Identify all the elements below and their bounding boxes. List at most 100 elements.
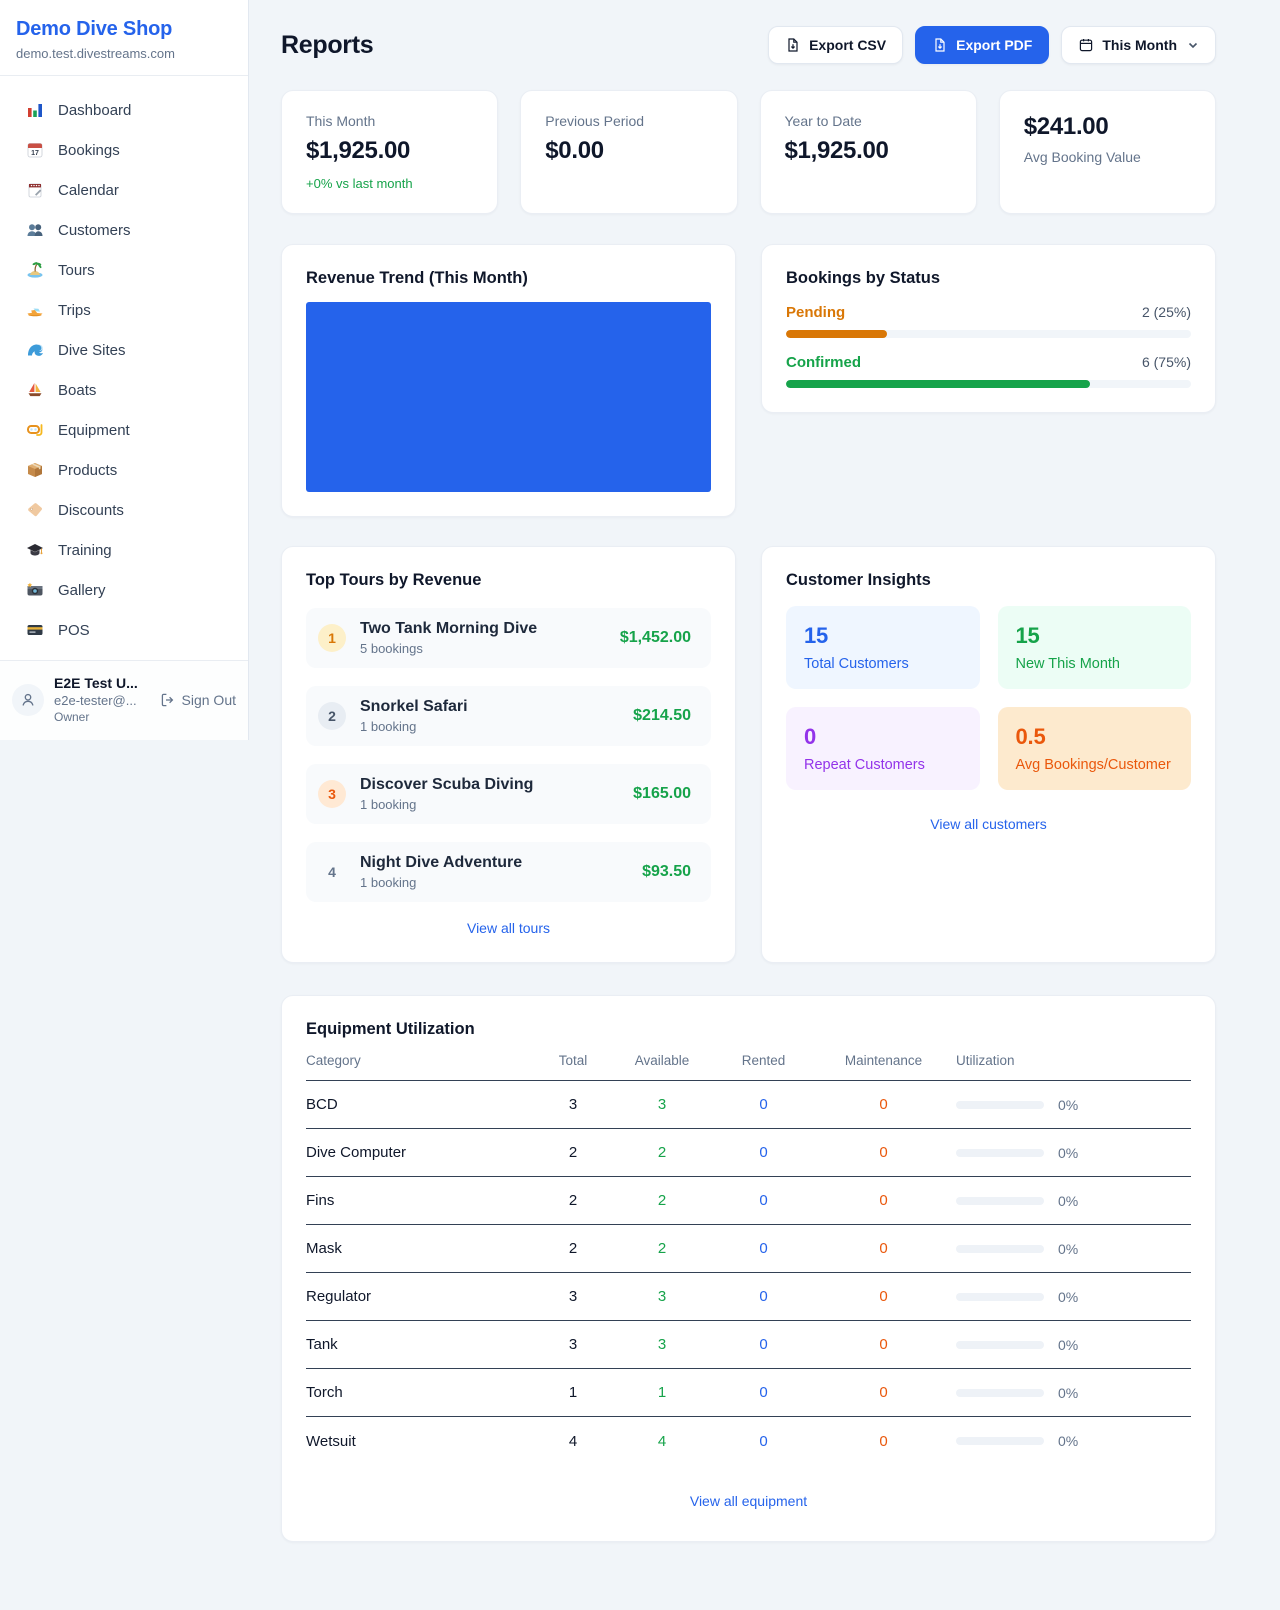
equipment-total: 2 <box>538 1240 608 1257</box>
user-name: E2E Test U... <box>54 675 138 691</box>
tour-bookings: 1 booking <box>360 797 533 812</box>
sidebar-item-dashboard[interactable]: Dashboard <box>0 90 248 130</box>
table-row: Torch 1 1 0 0 0% <box>306 1369 1191 1417</box>
sidebar-item-calendar[interactable]: Calendar <box>0 170 248 210</box>
equipment-utilization: 0% <box>956 1193 1191 1209</box>
sidebar-item-bookings[interactable]: 17 Bookings <box>0 130 248 170</box>
sailboat-icon <box>26 381 44 399</box>
sidebar-item-products[interactable]: Products <box>0 450 248 490</box>
graduation-cap-icon <box>26 541 44 559</box>
sidebar-header: Demo Dive Shop demo.test.divestreams.com <box>0 0 248 76</box>
stats-row: This Month $1,925.00 +0% vs last month P… <box>281 90 1216 214</box>
equipment-total: 3 <box>538 1288 608 1305</box>
sidebar-item-trips[interactable]: Trips <box>0 290 248 330</box>
sidebar-item-pos[interactable]: POS <box>0 610 248 650</box>
sidebar: Demo Dive Shop demo.test.divestreams.com… <box>0 0 249 740</box>
sidebar-item-label: Dashboard <box>58 102 131 119</box>
table-row: Regulator 3 3 0 0 0% <box>306 1273 1191 1321</box>
export-csv-button[interactable]: Export CSV <box>768 26 903 64</box>
equipment-total: 3 <box>538 1096 608 1113</box>
status-bar-fill <box>786 330 887 338</box>
sidebar-item-boats[interactable]: Boats <box>0 370 248 410</box>
status-value: 6 (75%) <box>1142 354 1191 370</box>
tile-value: 0 <box>804 724 962 750</box>
shop-name: Demo Dive Shop <box>16 18 232 41</box>
people-icon <box>26 221 44 239</box>
tile-label: Avg Bookings/Customer <box>1016 757 1174 773</box>
tour-row: 3 Discover Scuba Diving 1 booking $165.0… <box>306 764 711 824</box>
tour-amount: $165.00 <box>633 785 691 803</box>
table-row: Fins 2 2 0 0 0% <box>306 1177 1191 1225</box>
period-dropdown[interactable]: This Month <box>1061 26 1216 64</box>
tile-value: 0.5 <box>1016 724 1174 750</box>
export-pdf-button[interactable]: Export PDF <box>915 26 1049 64</box>
calendar-date-icon: 17 <box>26 141 44 159</box>
charts-row: Revenue Trend (This Month) Bookings by S… <box>281 244 1216 517</box>
sidebar-item-label: Bookings <box>58 142 120 159</box>
equipment-utilization: 0% <box>956 1145 1191 1161</box>
view-all-tours-link[interactable]: View all tours <box>467 920 550 936</box>
status-bar-fill <box>786 380 1090 388</box>
equipment-category: Mask <box>306 1240 538 1257</box>
app-layout: Demo Dive Shop demo.test.divestreams.com… <box>0 0 1280 1610</box>
equipment-category: Tank <box>306 1336 538 1353</box>
rank-badge: 1 <box>318 624 346 652</box>
camera-icon <box>26 581 44 599</box>
utilization-bar <box>956 1245 1044 1253</box>
sidebar-item-equipment[interactable]: Equipment <box>0 410 248 450</box>
view-all-customers-link[interactable]: View all customers <box>930 816 1046 832</box>
equipment-rented: 0 <box>716 1144 811 1161</box>
tour-amount: $93.50 <box>642 863 691 881</box>
sidebar-item-dive-sites[interactable]: Dive Sites <box>0 330 248 370</box>
avg-bookings-tile: 0.5 Avg Bookings/Customer <box>998 707 1192 790</box>
sidebar-item-gallery[interactable]: Gallery <box>0 570 248 610</box>
column-header-category: Category <box>306 1053 538 1068</box>
page-title: Reports <box>281 31 373 60</box>
export-csv-label: Export CSV <box>809 37 886 53</box>
status-row-pending: Pending 2 (25%) <box>786 304 1191 338</box>
view-all-equipment-link[interactable]: View all equipment <box>690 1493 807 1509</box>
table-row: Tank 3 3 0 0 0% <box>306 1321 1191 1369</box>
sidebar-item-training[interactable]: Training <box>0 530 248 570</box>
sidebar-item-discounts[interactable]: Discounts <box>0 490 248 530</box>
file-download-icon <box>932 37 948 53</box>
stat-card-avg-booking-value: $241.00 Avg Booking Value <box>999 90 1216 214</box>
calendar-icon <box>1078 37 1094 53</box>
user-email: e2e-tester@... <box>54 693 138 708</box>
utilization-percent: 0% <box>1058 1193 1078 1209</box>
utilization-percent: 0% <box>1058 1241 1078 1257</box>
table-row: BCD 3 3 0 0 0% <box>306 1081 1191 1129</box>
equipment-utilization: 0% <box>956 1385 1191 1401</box>
tour-name: Discover Scuba Diving <box>360 776 533 794</box>
table-header: Category Total Available Rented Maintena… <box>306 1039 1191 1081</box>
tile-label: Total Customers <box>804 656 962 672</box>
equipment-rented: 0 <box>716 1096 811 1113</box>
equipment-maintenance: 0 <box>811 1240 956 1257</box>
sidebar-item-tours[interactable]: Tours <box>0 250 248 290</box>
sidebar-item-customers[interactable]: Customers <box>0 210 248 250</box>
sign-out-button[interactable]: Sign Out <box>160 692 236 708</box>
sidebar-item-label: Tours <box>58 262 95 279</box>
equipment-utilization-card: Equipment Utilization Category Total Ava… <box>281 995 1216 1542</box>
utilization-bar <box>956 1341 1044 1349</box>
sidebar-item-label: Products <box>58 462 117 479</box>
equipment-utilization: 0% <box>956 1097 1191 1113</box>
utilization-percent: 0% <box>1058 1145 1078 1161</box>
status-label: Pending <box>786 304 845 321</box>
utilization-percent: 0% <box>1058 1097 1078 1113</box>
package-icon <box>26 461 44 479</box>
status-bar-track <box>786 330 1191 338</box>
tour-name: Snorkel Safari <box>360 698 468 716</box>
tag-icon <box>26 501 44 519</box>
tile-label: Repeat Customers <box>804 757 962 773</box>
utilization-percent: 0% <box>1058 1433 1078 1449</box>
credit-card-icon <box>26 621 44 639</box>
utilization-bar <box>956 1293 1044 1301</box>
sidebar-item-label: Customers <box>58 222 131 239</box>
equipment-category: Fins <box>306 1192 538 1209</box>
tour-amount: $1,452.00 <box>620 629 691 647</box>
stat-label: Year to Date <box>785 113 952 129</box>
equipment-rented: 0 <box>716 1288 811 1305</box>
table-row: Dive Computer 2 2 0 0 0% <box>306 1129 1191 1177</box>
equipment-rented: 0 <box>716 1384 811 1401</box>
